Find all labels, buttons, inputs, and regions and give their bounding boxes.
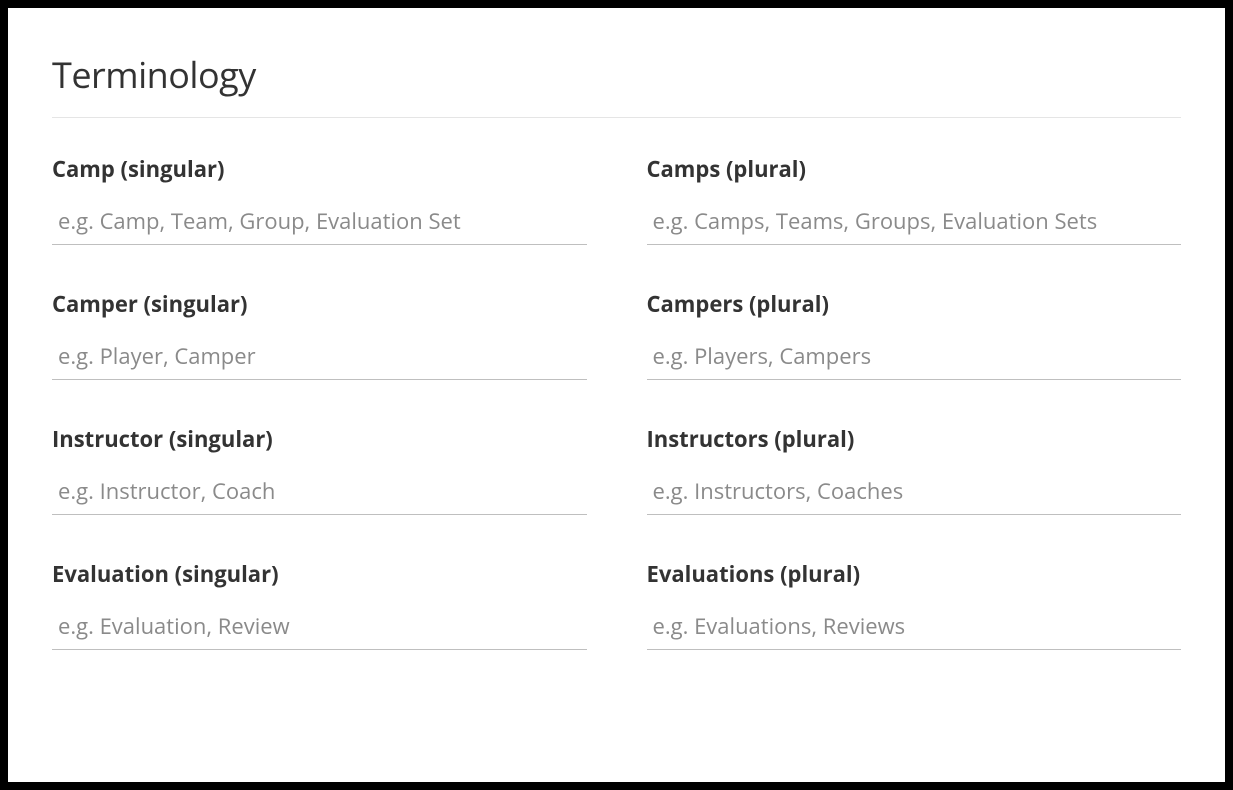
evaluations-plural-input[interactable] bbox=[647, 605, 1182, 650]
camper-singular-input[interactable] bbox=[52, 335, 587, 380]
evaluation-singular-input[interactable] bbox=[52, 605, 587, 650]
section-title: Terminology bbox=[52, 50, 1181, 118]
camps-plural-input[interactable] bbox=[647, 200, 1182, 245]
camps-plural-group: Camps (plural) bbox=[647, 154, 1182, 245]
camper-singular-label: Camper (singular) bbox=[52, 289, 587, 319]
instructor-singular-label: Instructor (singular) bbox=[52, 424, 587, 454]
camp-singular-input[interactable] bbox=[52, 200, 587, 245]
campers-plural-input[interactable] bbox=[647, 335, 1182, 380]
campers-plural-group: Campers (plural) bbox=[647, 289, 1182, 380]
evaluation-singular-group: Evaluation (singular) bbox=[52, 559, 587, 650]
camps-plural-label: Camps (plural) bbox=[647, 154, 1182, 184]
instructors-plural-input[interactable] bbox=[647, 470, 1182, 515]
evaluations-plural-label: Evaluations (plural) bbox=[647, 559, 1182, 589]
instructors-plural-label: Instructors (plural) bbox=[647, 424, 1182, 454]
instructor-singular-group: Instructor (singular) bbox=[52, 424, 587, 515]
camp-singular-label: Camp (singular) bbox=[52, 154, 587, 184]
evaluation-singular-label: Evaluation (singular) bbox=[52, 559, 587, 589]
camp-singular-group: Camp (singular) bbox=[52, 154, 587, 245]
instructors-plural-group: Instructors (plural) bbox=[647, 424, 1182, 515]
terminology-panel: Terminology Camp (singular) Camps (plura… bbox=[8, 8, 1225, 782]
instructor-singular-input[interactable] bbox=[52, 470, 587, 515]
camper-singular-group: Camper (singular) bbox=[52, 289, 587, 380]
evaluations-plural-group: Evaluations (plural) bbox=[647, 559, 1182, 650]
terminology-grid: Camp (singular) Camps (plural) Camper (s… bbox=[52, 154, 1181, 650]
campers-plural-label: Campers (plural) bbox=[647, 289, 1182, 319]
